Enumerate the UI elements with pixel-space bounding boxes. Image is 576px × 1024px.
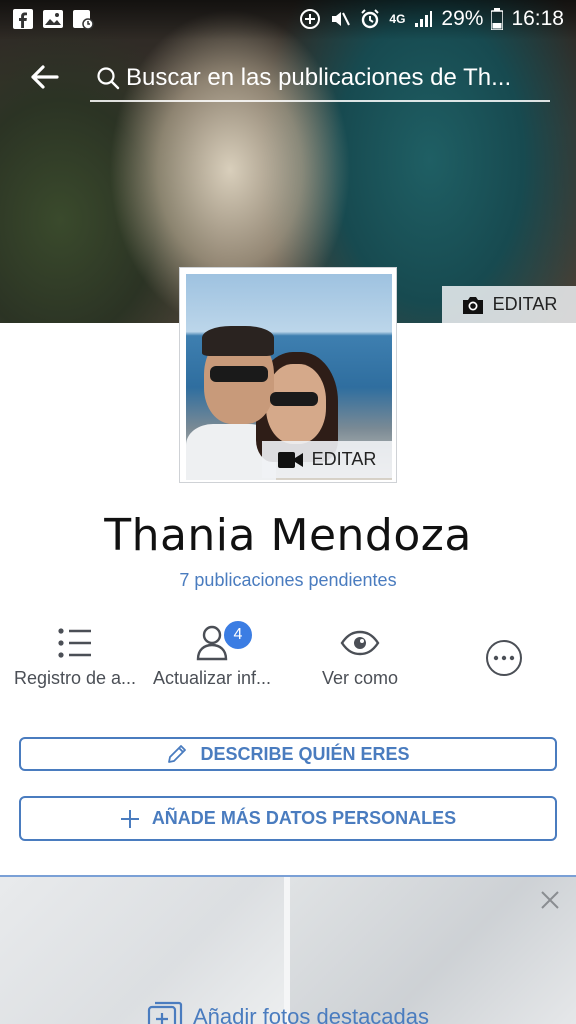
- profile-name: Thania Mendoza: [104, 510, 472, 561]
- view-as-label: Ver como: [321, 668, 399, 688]
- notification-icons: [12, 8, 94, 30]
- camera-icon: [462, 296, 483, 314]
- add-featured-photos-label: Añadir fotos destacadas: [192, 1004, 430, 1024]
- describe-yourself-label: DESCRIBE QUIÉN ERES: [200, 743, 410, 764]
- profile-actions: Registro de a... Actualizar inf... Ver c…: [0, 618, 576, 698]
- search-input[interactable]: [126, 64, 536, 92]
- mute-icon: [332, 12, 351, 26]
- more-icon: [485, 618, 523, 698]
- notification-badge: 4: [222, 619, 254, 651]
- add-photos-icon: [147, 1001, 183, 1024]
- network-type: 4G: [389, 12, 406, 26]
- activity-log-action[interactable]: Registro de a...: [0, 618, 150, 698]
- add-featured-photos-button[interactable]: Añadir fotos destacadas: [0, 1001, 576, 1024]
- clock-time: 16:18: [511, 7, 564, 30]
- eye-icon: [340, 618, 380, 668]
- edit-profile-picture-button[interactable]: EDITAR: [262, 441, 392, 478]
- close-icon[interactable]: [536, 889, 564, 917]
- activity-log-label: Registro de a...: [13, 668, 137, 688]
- search-icon: [90, 66, 126, 90]
- list-icon: [58, 618, 92, 668]
- alarm-icon: [361, 9, 380, 29]
- signal-icon: [415, 11, 433, 27]
- pencil-icon: [168, 745, 187, 763]
- clock-notification-icon: [73, 10, 94, 30]
- describe-yourself-button[interactable]: DESCRIBE QUIÉN ERES: [19, 737, 557, 771]
- gallery-notification-icon: [43, 10, 63, 28]
- facebook-notification-icon: [13, 9, 33, 29]
- battery-icon: [491, 8, 504, 30]
- plus-icon: [120, 809, 139, 828]
- search-bar: [0, 50, 576, 104]
- back-arrow-icon: [31, 65, 59, 89]
- featured-photos-section: Añadir fotos destacadas: [0, 875, 576, 1024]
- add-details-button[interactable]: AÑADE MÁS DATOS PERSONALES: [19, 796, 557, 841]
- update-info-action[interactable]: Actualizar inf...: [137, 618, 287, 698]
- back-button[interactable]: [0, 50, 90, 104]
- view-as-action[interactable]: Ver como: [285, 618, 435, 698]
- more-options-action[interactable]: [429, 618, 576, 698]
- update-info-label: Actualizar inf...: [152, 668, 272, 688]
- edit-cover-label: EDITAR: [492, 294, 558, 314]
- pending-posts-link[interactable]: 7 publicaciones pendientes: [0, 570, 576, 591]
- edit-cover-button[interactable]: EDITAR: [442, 286, 576, 323]
- video-camera-icon: [277, 451, 303, 468]
- system-status: 4G 29% 16:18: [299, 7, 564, 31]
- edit-profile-label: EDITAR: [311, 449, 377, 469]
- add-details-label: AÑADE MÁS DATOS PERSONALES: [151, 808, 457, 828]
- data-saver-icon: [300, 9, 321, 29]
- battery-percent: 29%: [441, 7, 484, 30]
- status-bar: 4G 29% 16:18: [0, 0, 576, 38]
- search-field[interactable]: [90, 56, 550, 102]
